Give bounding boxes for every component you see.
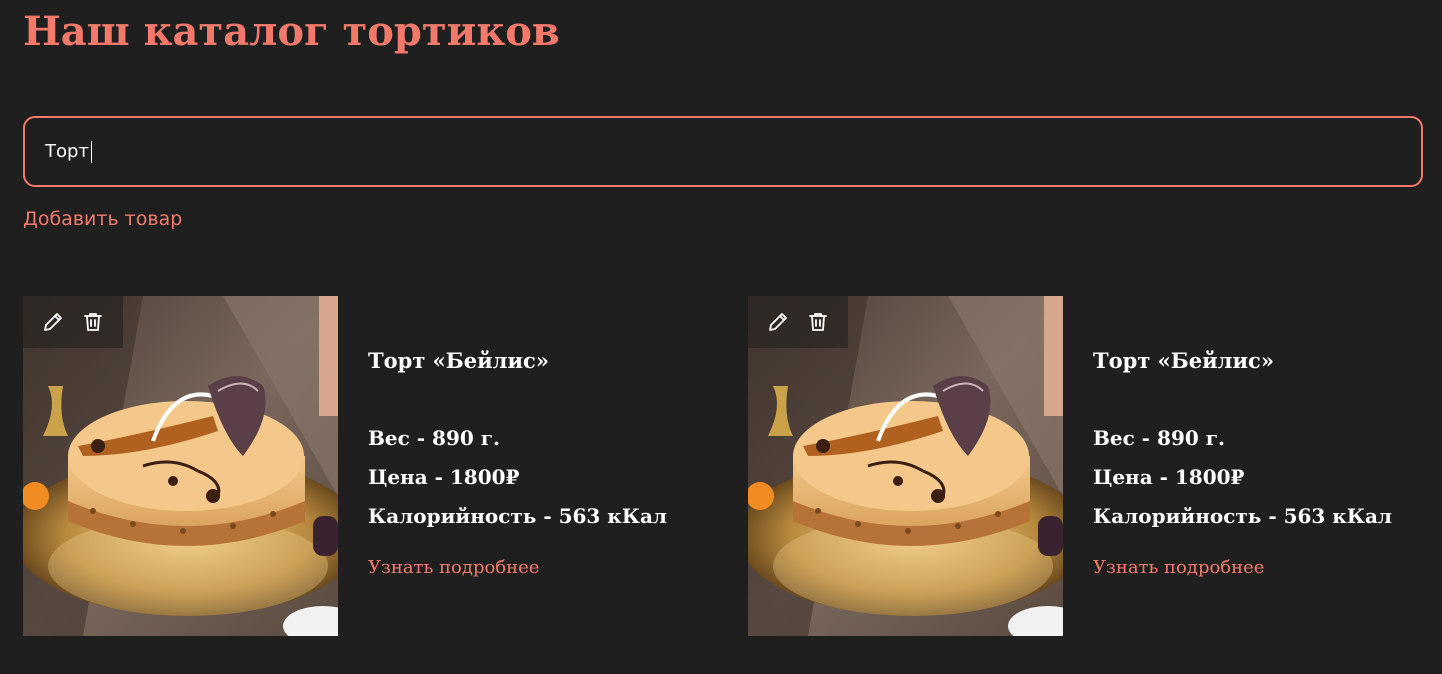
trash-icon[interactable] <box>81 310 105 334</box>
product-calories: Калорийность - 563 кКал <box>368 504 668 528</box>
more-details-link[interactable]: Узнать подробнее <box>368 557 539 578</box>
product-image <box>748 296 1063 636</box>
product-price: Цена - 1800₽ <box>368 465 520 489</box>
search-value: Торт <box>45 141 89 162</box>
pencil-icon[interactable] <box>766 310 790 334</box>
product-calories: Калорийность - 563 кКал <box>1093 504 1393 528</box>
product-title: Торт «Бейлис» <box>368 348 549 373</box>
pencil-icon[interactable] <box>41 310 65 334</box>
add-product-link[interactable]: Добавить товар <box>23 208 182 230</box>
text-caret <box>90 140 92 163</box>
product-card: Торт «Бейлис» Вес - 890 г. Цена - 1800₽ … <box>23 296 713 636</box>
product-card: Торт «Бейлис» Вес - 890 г. Цена - 1800₽ … <box>748 296 1438 636</box>
page-title: Наш каталог тортиков <box>23 8 560 55</box>
product-weight: Вес - 890 г. <box>368 426 500 450</box>
trash-icon[interactable] <box>806 310 830 334</box>
search-input[interactable]: Торт <box>23 116 1423 187</box>
image-toolbar <box>748 296 848 348</box>
product-price: Цена - 1800₽ <box>1093 465 1245 489</box>
more-details-link[interactable]: Узнать подробнее <box>1093 557 1264 578</box>
product-weight: Вес - 890 г. <box>1093 426 1225 450</box>
image-toolbar <box>23 296 123 348</box>
product-title: Торт «Бейлис» <box>1093 348 1274 373</box>
product-image <box>23 296 338 636</box>
